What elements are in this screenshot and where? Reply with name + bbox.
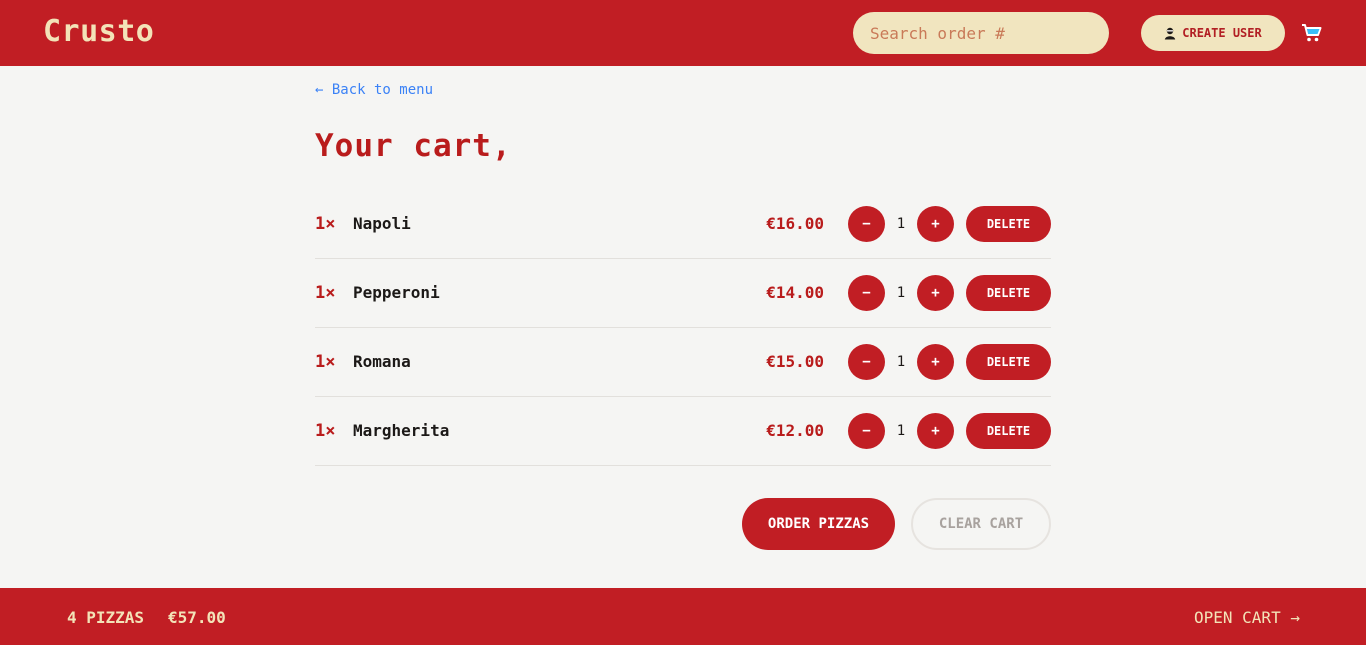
decrease-quantity-button[interactable]: − xyxy=(848,206,885,242)
item-quantity-prefix: 1× xyxy=(315,352,336,372)
cart-item: 1× Pepperoni €14.00 − 1 + DELETE xyxy=(315,259,1051,328)
item-quantity-prefix: 1× xyxy=(315,421,336,441)
item-price: €14.00 xyxy=(766,283,824,302)
delete-item-button[interactable]: DELETE xyxy=(966,275,1051,311)
item-price: €15.00 xyxy=(766,352,824,371)
item-name: Napoli xyxy=(353,214,411,233)
clear-cart-button[interactable]: CLEAR CART xyxy=(911,498,1051,550)
open-cart-link[interactable]: OPEN CART → xyxy=(1194,608,1300,627)
delete-item-button[interactable]: DELETE xyxy=(966,344,1051,380)
app-logo[interactable]: Crusto xyxy=(43,14,154,49)
increase-quantity-button[interactable]: + xyxy=(917,413,954,449)
delete-item-button[interactable]: DELETE xyxy=(966,413,1051,449)
increase-quantity-button[interactable]: + xyxy=(917,275,954,311)
delete-item-button[interactable]: DELETE xyxy=(966,206,1051,242)
item-name: Romana xyxy=(353,352,411,371)
item-quantity: 1 xyxy=(896,216,906,232)
shopping-cart-icon[interactable] xyxy=(1301,22,1323,44)
decrease-quantity-button[interactable]: − xyxy=(848,344,885,380)
cart-overview-bar: 4 PIZZAS €57.00 OPEN CART → xyxy=(0,588,1366,645)
cart-total: €57.00 xyxy=(168,608,226,627)
increase-quantity-button[interactable]: + xyxy=(917,344,954,380)
back-to-menu-link[interactable]: ← Back to menu xyxy=(315,82,433,98)
increase-quantity-button[interactable]: + xyxy=(917,206,954,242)
cart-item: 1× Romana €15.00 − 1 + DELETE xyxy=(315,328,1051,397)
app-header: Crusto CREATE USER xyxy=(0,0,1366,66)
item-name: Pepperoni xyxy=(353,283,440,302)
search-order-input[interactable] xyxy=(853,12,1109,54)
item-quantity: 1 xyxy=(896,354,906,370)
item-quantity-prefix: 1× xyxy=(315,283,336,303)
cart-item: 1× Napoli €16.00 − 1 + DELETE xyxy=(315,190,1051,259)
create-user-button[interactable]: CREATE USER xyxy=(1141,15,1285,51)
decrease-quantity-button[interactable]: − xyxy=(848,413,885,449)
item-price: €16.00 xyxy=(766,214,824,233)
item-quantity-prefix: 1× xyxy=(315,214,336,234)
item-price: €12.00 xyxy=(766,421,824,440)
item-quantity: 1 xyxy=(896,285,906,301)
create-user-label: CREATE USER xyxy=(1182,26,1262,40)
cart-list: 1× Napoli €16.00 − 1 + DELETE 1× Peppero… xyxy=(315,190,1051,466)
order-pizzas-button[interactable]: ORDER PIZZAS xyxy=(742,498,895,550)
page-title: Your cart, xyxy=(315,128,512,164)
pizza-count: 4 PIZZAS xyxy=(67,608,145,627)
user-icon xyxy=(1165,27,1176,39)
item-quantity: 1 xyxy=(896,423,906,439)
decrease-quantity-button[interactable]: − xyxy=(848,275,885,311)
item-name: Margherita xyxy=(353,421,450,440)
cart-item: 1× Margherita €12.00 − 1 + DELETE xyxy=(315,397,1051,466)
